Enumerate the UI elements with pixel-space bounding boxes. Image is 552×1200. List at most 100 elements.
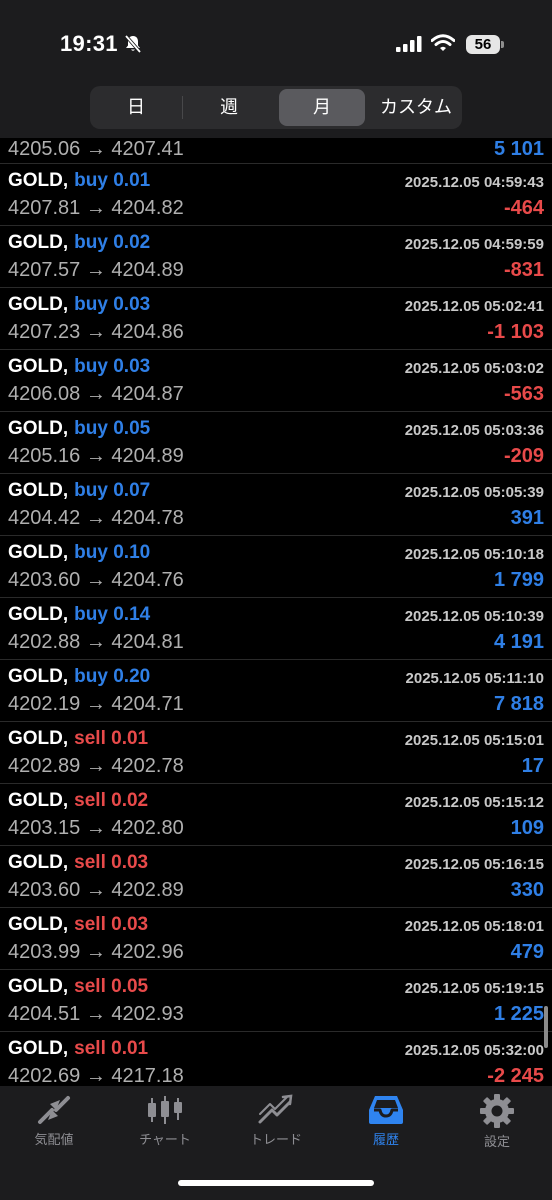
deal-profit: -209 — [503, 445, 544, 467]
deal-prices: 4203.15 → 4202.80 — [8, 817, 184, 839]
deal-prices: 4203.60 → 4204.76 — [8, 569, 184, 591]
deal-symbol: GOLD, buy 0.20 — [8, 666, 150, 688]
battery-level: 56 — [466, 35, 500, 54]
deal-row[interactable]: GOLD, sell 0.05 2025.12.05 05:19:15 4204.51… — [0, 970, 552, 1032]
deal-profit: 1 225 — [493, 1003, 544, 1025]
deal-symbol: GOLD, buy 0.02 — [8, 232, 150, 254]
deal-symbol-text: GOLD, — [8, 852, 69, 873]
tab-chart[interactable]: チャート — [120, 1094, 210, 1154]
deal-row[interactable]: 4205.06 → 4207.41 5 101 — [0, 138, 552, 164]
deal-row[interactable]: GOLD, buy 0.03 2025.12.05 05:02:41 4207.23 … — [0, 288, 552, 350]
deal-symbol: GOLD, buy 0.14 — [8, 604, 150, 626]
deal-row[interactable]: GOLD, sell 0.01 2025.12.05 05:32:00 4202.69… — [0, 1032, 552, 1086]
deal-symbol-text: GOLD, — [8, 666, 69, 687]
bell-slash-icon — [123, 34, 143, 59]
deal-time: 2025.12.05 05:19:15 — [404, 980, 544, 997]
deal-profit: 391 — [510, 507, 544, 529]
deal-prices: 4206.08 → 4204.87 — [8, 383, 184, 405]
deal-profit: 17 — [521, 755, 544, 777]
deal-prices: 4204.42 → 4204.78 — [8, 507, 184, 529]
deal-time: 2025.12.05 05:10:18 — [404, 546, 544, 563]
deal-time: 2025.12.05 05:02:41 — [404, 298, 544, 315]
deal-profit: 1 799 — [493, 569, 544, 591]
deal-prices: 4207.81 → 4204.82 — [8, 197, 184, 219]
deal-profit: -464 — [503, 197, 544, 219]
deal-row[interactable]: GOLD, buy 0.03 2025.12.05 05:03:02 4206.08 … — [0, 350, 552, 412]
deal-row[interactable]: GOLD, buy 0.14 2025.12.05 05:10:39 4202.88 … — [0, 598, 552, 660]
deal-symbol-text: GOLD, — [8, 418, 69, 439]
deal-row[interactable]: GOLD, buy 0.01 2025.12.05 04:59:43 4207.81 … — [0, 164, 552, 226]
tab-week[interactable]: 週 — [186, 89, 272, 126]
deal-symbol-text: GOLD, — [8, 542, 69, 563]
deal-side-volume: sell 0.03 — [74, 914, 149, 935]
deal-row[interactable]: GOLD, buy 0.02 2025.12.05 04:59:59 4207.57 … — [0, 226, 552, 288]
deal-profit: 7 818 — [493, 693, 544, 715]
tab-day[interactable]: 日 — [93, 89, 179, 126]
cellular-signal-icon — [396, 36, 422, 57]
tab-quotes[interactable]: 気配値 — [9, 1094, 99, 1154]
deal-prices: 4204.51 → 4202.93 — [8, 1003, 184, 1025]
deal-symbol-text: GOLD, — [8, 356, 69, 377]
deal-symbol-text: GOLD, — [8, 728, 69, 749]
deal-profit: 479 — [510, 941, 544, 963]
deal-profit: 109 — [510, 817, 544, 839]
deal-symbol: GOLD, buy 0.03 — [8, 356, 150, 378]
deal-side-volume: sell 0.02 — [74, 790, 149, 811]
deal-profit: 4 191 — [493, 631, 544, 653]
deal-prices: 4202.19 → 4204.71 — [8, 693, 184, 715]
tab-label: トレード — [249, 1132, 302, 1147]
gear-icon — [452, 1094, 542, 1128]
deal-time: 2025.12.05 05:16:15 — [404, 856, 544, 873]
deal-symbol: GOLD, sell 0.05 — [8, 976, 148, 998]
deal-time: 2025.12.05 04:59:59 — [404, 236, 544, 253]
tab-label: 設定 — [483, 1134, 510, 1149]
deal-row[interactable]: GOLD, sell 0.02 2025.12.05 05:15:12 4203.15… — [0, 784, 552, 846]
deal-symbol-text: GOLD, — [8, 480, 69, 501]
deal-side-volume: sell 0.05 — [74, 976, 149, 997]
trade-icon — [231, 1094, 321, 1126]
deal-side-volume: buy 0.03 — [74, 294, 151, 315]
deal-profit: 5 101 — [493, 138, 544, 160]
deal-row[interactable]: GOLD, buy 0.10 2025.12.05 05:10:18 4203.60 … — [0, 536, 552, 598]
tab-month[interactable]: 月 — [279, 89, 365, 126]
deal-symbol-text: GOLD, — [8, 232, 69, 253]
tab-history[interactable]: 履歴 — [341, 1094, 431, 1154]
deal-row[interactable]: GOLD, sell 0.03 2025.12.05 05:18:01 4203.99… — [0, 908, 552, 970]
history-inbox-icon — [341, 1094, 431, 1126]
tab-settings[interactable]: 設定 — [452, 1094, 542, 1154]
deal-symbol-text: GOLD, — [8, 170, 69, 191]
deal-symbol-text: GOLD, — [8, 294, 69, 315]
deal-profit: -831 — [503, 259, 544, 281]
deal-side-volume: buy 0.01 — [74, 170, 151, 191]
deal-symbol: GOLD, buy 0.10 — [8, 542, 150, 564]
deal-time: 2025.12.05 05:05:39 — [404, 484, 544, 501]
deal-row[interactable]: GOLD, sell 0.03 2025.12.05 05:16:15 4203.60… — [0, 846, 552, 908]
deal-side-volume: buy 0.05 — [74, 418, 151, 439]
deal-row[interactable]: GOLD, sell 0.01 2025.12.05 05:15:01 4202.89… — [0, 722, 552, 784]
deal-prices: 4205.06 → 4207.41 — [8, 138, 184, 160]
deal-prices: 4203.60 → 4202.89 — [8, 879, 184, 901]
tab-custom[interactable]: カスタム — [373, 89, 459, 126]
deal-time: 2025.12.05 05:11:10 — [405, 670, 544, 687]
deal-symbol-text: GOLD, — [8, 1038, 69, 1059]
deal-side-volume: buy 0.10 — [74, 542, 151, 563]
deal-history-list[interactable]: 4205.06 → 4207.41 5 101 GOLD, buy 0.01 202… — [0, 138, 552, 1086]
deal-row[interactable]: GOLD, buy 0.05 2025.12.05 05:03:36 4205.16 … — [0, 412, 552, 474]
deal-time: 2025.12.05 05:03:36 — [404, 422, 544, 439]
battery-cap — [501, 41, 504, 48]
deal-time: 2025.12.05 05:18:01 — [404, 918, 544, 935]
deal-prices: 4203.99 → 4202.96 — [8, 941, 184, 963]
deal-symbol-text: GOLD, — [8, 790, 69, 811]
deal-row[interactable]: GOLD, buy 0.07 2025.12.05 05:05:39 4204.42 … — [0, 474, 552, 536]
tab-label: 履歴 — [372, 1132, 399, 1147]
tab-trade[interactable]: トレード — [231, 1094, 321, 1154]
deal-row[interactable]: GOLD, buy 0.20 2025.12.05 05:11:10 4202.19 … — [0, 660, 552, 722]
top-header: 19:31 56 日 週 月 カスタム — [0, 0, 552, 138]
scrollbar[interactable] — [544, 1006, 548, 1048]
deal-profit: -1 103 — [487, 321, 544, 343]
chart-candles-icon — [120, 1094, 210, 1126]
deal-symbol-text: GOLD, — [8, 976, 69, 997]
deal-time: 2025.12.05 05:03:02 — [404, 360, 544, 377]
deal-profit: 330 — [510, 879, 544, 901]
deal-time: 2025.12.05 05:10:39 — [404, 608, 544, 625]
